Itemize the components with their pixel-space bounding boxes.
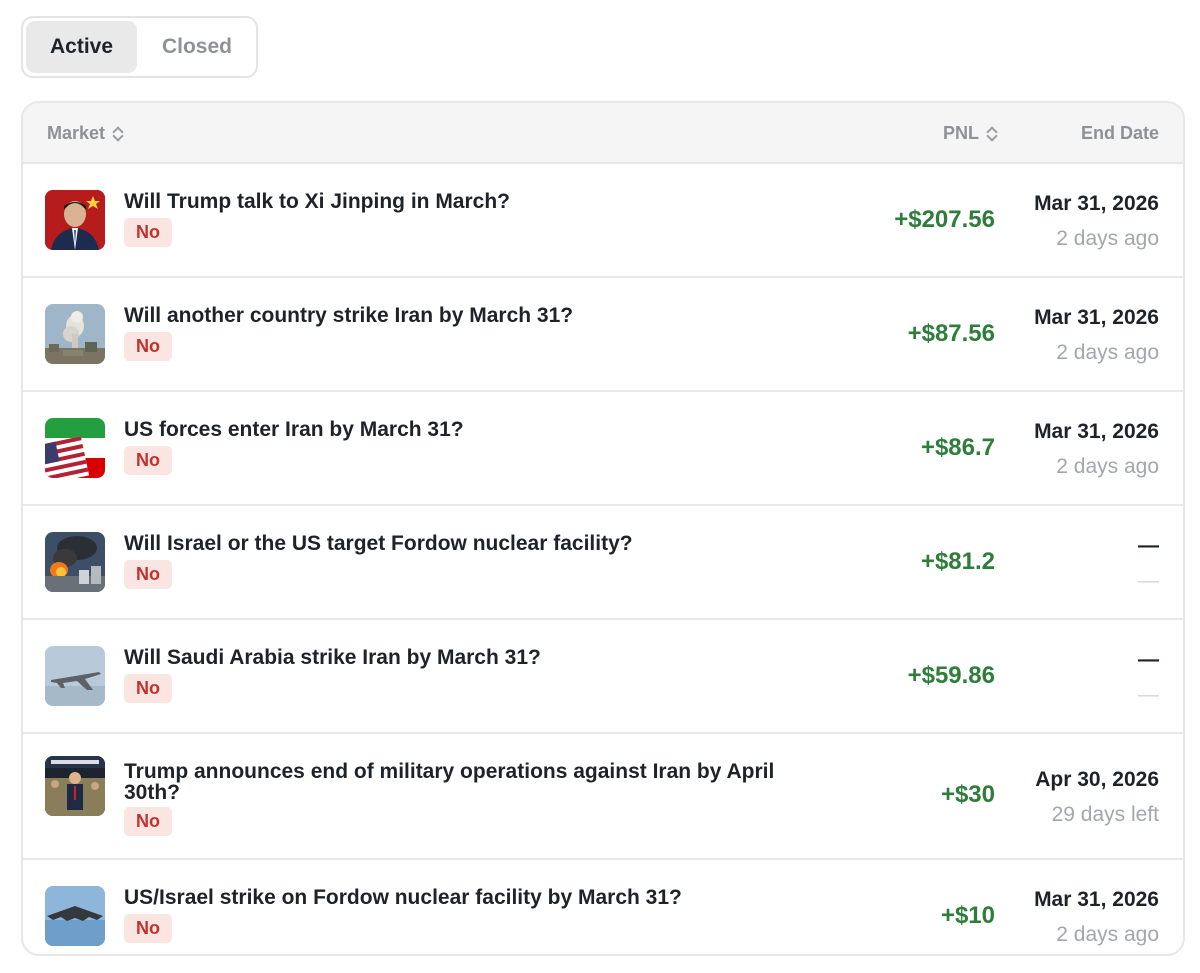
stealth-bomber-image [45, 886, 105, 946]
tab-closed[interactable]: Closed [141, 21, 253, 73]
pnl-value: +$81.2 [920, 548, 995, 575]
end-date: Mar 31, 2026 [1034, 888, 1159, 911]
market-question[interactable]: Will Trump talk to Xi Jinping in March? [124, 191, 804, 212]
market-thumbnail [45, 646, 105, 706]
market-column-header[interactable]: Market [47, 103, 123, 164]
market-question[interactable]: US/Israel strike on Fordow nuclear facil… [124, 887, 804, 908]
relative-time: — [1138, 683, 1159, 706]
pnl-value: +$86.7 [920, 434, 995, 461]
outcome-badge: No [124, 332, 172, 361]
pnl-column-label: PNL [943, 123, 979, 143]
end-date: — [1138, 648, 1159, 671]
status-tabs: Active Closed [21, 16, 258, 78]
market-thumbnail [45, 756, 105, 816]
market-thumbnail [45, 304, 105, 364]
table-header: Market PNL End Date [23, 103, 1183, 164]
smoke-plume-image [45, 304, 105, 364]
pnl-value: +$30 [940, 781, 995, 808]
outcome-badge: No [124, 807, 172, 836]
pnl-value: +$207.56 [894, 206, 995, 233]
table-row[interactable]: US/Israel strike on Fordow nuclear facil… [23, 860, 1183, 954]
table-row[interactable]: Will Israel or the US target Fordow nucl… [23, 506, 1183, 620]
table-row[interactable]: Will another country strike Iran by Marc… [23, 278, 1183, 392]
outcome-badge: No [124, 446, 172, 475]
relative-time: 2 days ago [1056, 341, 1159, 364]
tab-active[interactable]: Active [26, 21, 137, 73]
table-row[interactable]: Trump announces end of military operatio… [23, 734, 1183, 860]
end-date: Apr 30, 2026 [1035, 768, 1159, 791]
market-column-label: Market [47, 123, 106, 143]
explosion-image [45, 532, 105, 592]
market-question[interactable]: Trump announces end of military operatio… [124, 761, 804, 803]
table-row[interactable]: Will Trump talk to Xi Jinping in March? … [23, 164, 1183, 278]
portrait-flag-image [45, 190, 105, 250]
relative-time: 2 days ago [1056, 923, 1159, 946]
relative-time: 2 days ago [1056, 455, 1159, 478]
end-date-column-label: End Date [1080, 123, 1159, 143]
pnl-value: +$87.56 [907, 320, 995, 347]
market-question[interactable]: US forces enter Iran by March 31? [124, 419, 804, 440]
table-row[interactable]: Will Saudi Arabia strike Iran by March 3… [23, 620, 1183, 734]
sort-icon[interactable] [987, 126, 997, 142]
outcome-badge: No [124, 560, 172, 589]
table-row[interactable]: US forces enter Iran by March 31? No +$8… [23, 392, 1183, 506]
end-date: Mar 31, 2026 [1034, 420, 1159, 443]
market-thumbnail [45, 190, 105, 250]
market-thumbnail [45, 886, 105, 946]
market-question[interactable]: Will another country strike Iran by Marc… [124, 305, 804, 326]
market-thumbnail [45, 532, 105, 592]
relative-time: 2 days ago [1056, 227, 1159, 250]
outcome-badge: No [124, 674, 172, 703]
market-question[interactable]: Will Israel or the US target Fordow nucl… [124, 533, 804, 554]
flags-image [45, 418, 105, 478]
pnl-column-header[interactable]: PNL [943, 103, 997, 164]
relative-time: 29 days left [1051, 803, 1159, 826]
end-date: Mar 31, 2026 [1034, 306, 1159, 329]
end-date-column-header: End Date [1081, 103, 1159, 164]
market-question[interactable]: Will Saudi Arabia strike Iran by March 3… [124, 647, 804, 668]
market-thumbnail [45, 418, 105, 478]
outcome-badge: No [124, 914, 172, 943]
positions-table: Market PNL End Date Will Trump talk to X… [21, 101, 1185, 956]
end-date: Mar 31, 2026 [1034, 192, 1159, 215]
relative-time: — [1138, 569, 1159, 592]
outcome-badge: No [124, 218, 172, 247]
pnl-value: +$59.86 [907, 662, 995, 689]
sort-icon[interactable] [113, 126, 123, 142]
fighter-jet-image [45, 646, 105, 706]
podium-speech-image [45, 756, 105, 816]
pnl-value: +$10 [940, 902, 995, 929]
end-date: — [1138, 534, 1159, 557]
